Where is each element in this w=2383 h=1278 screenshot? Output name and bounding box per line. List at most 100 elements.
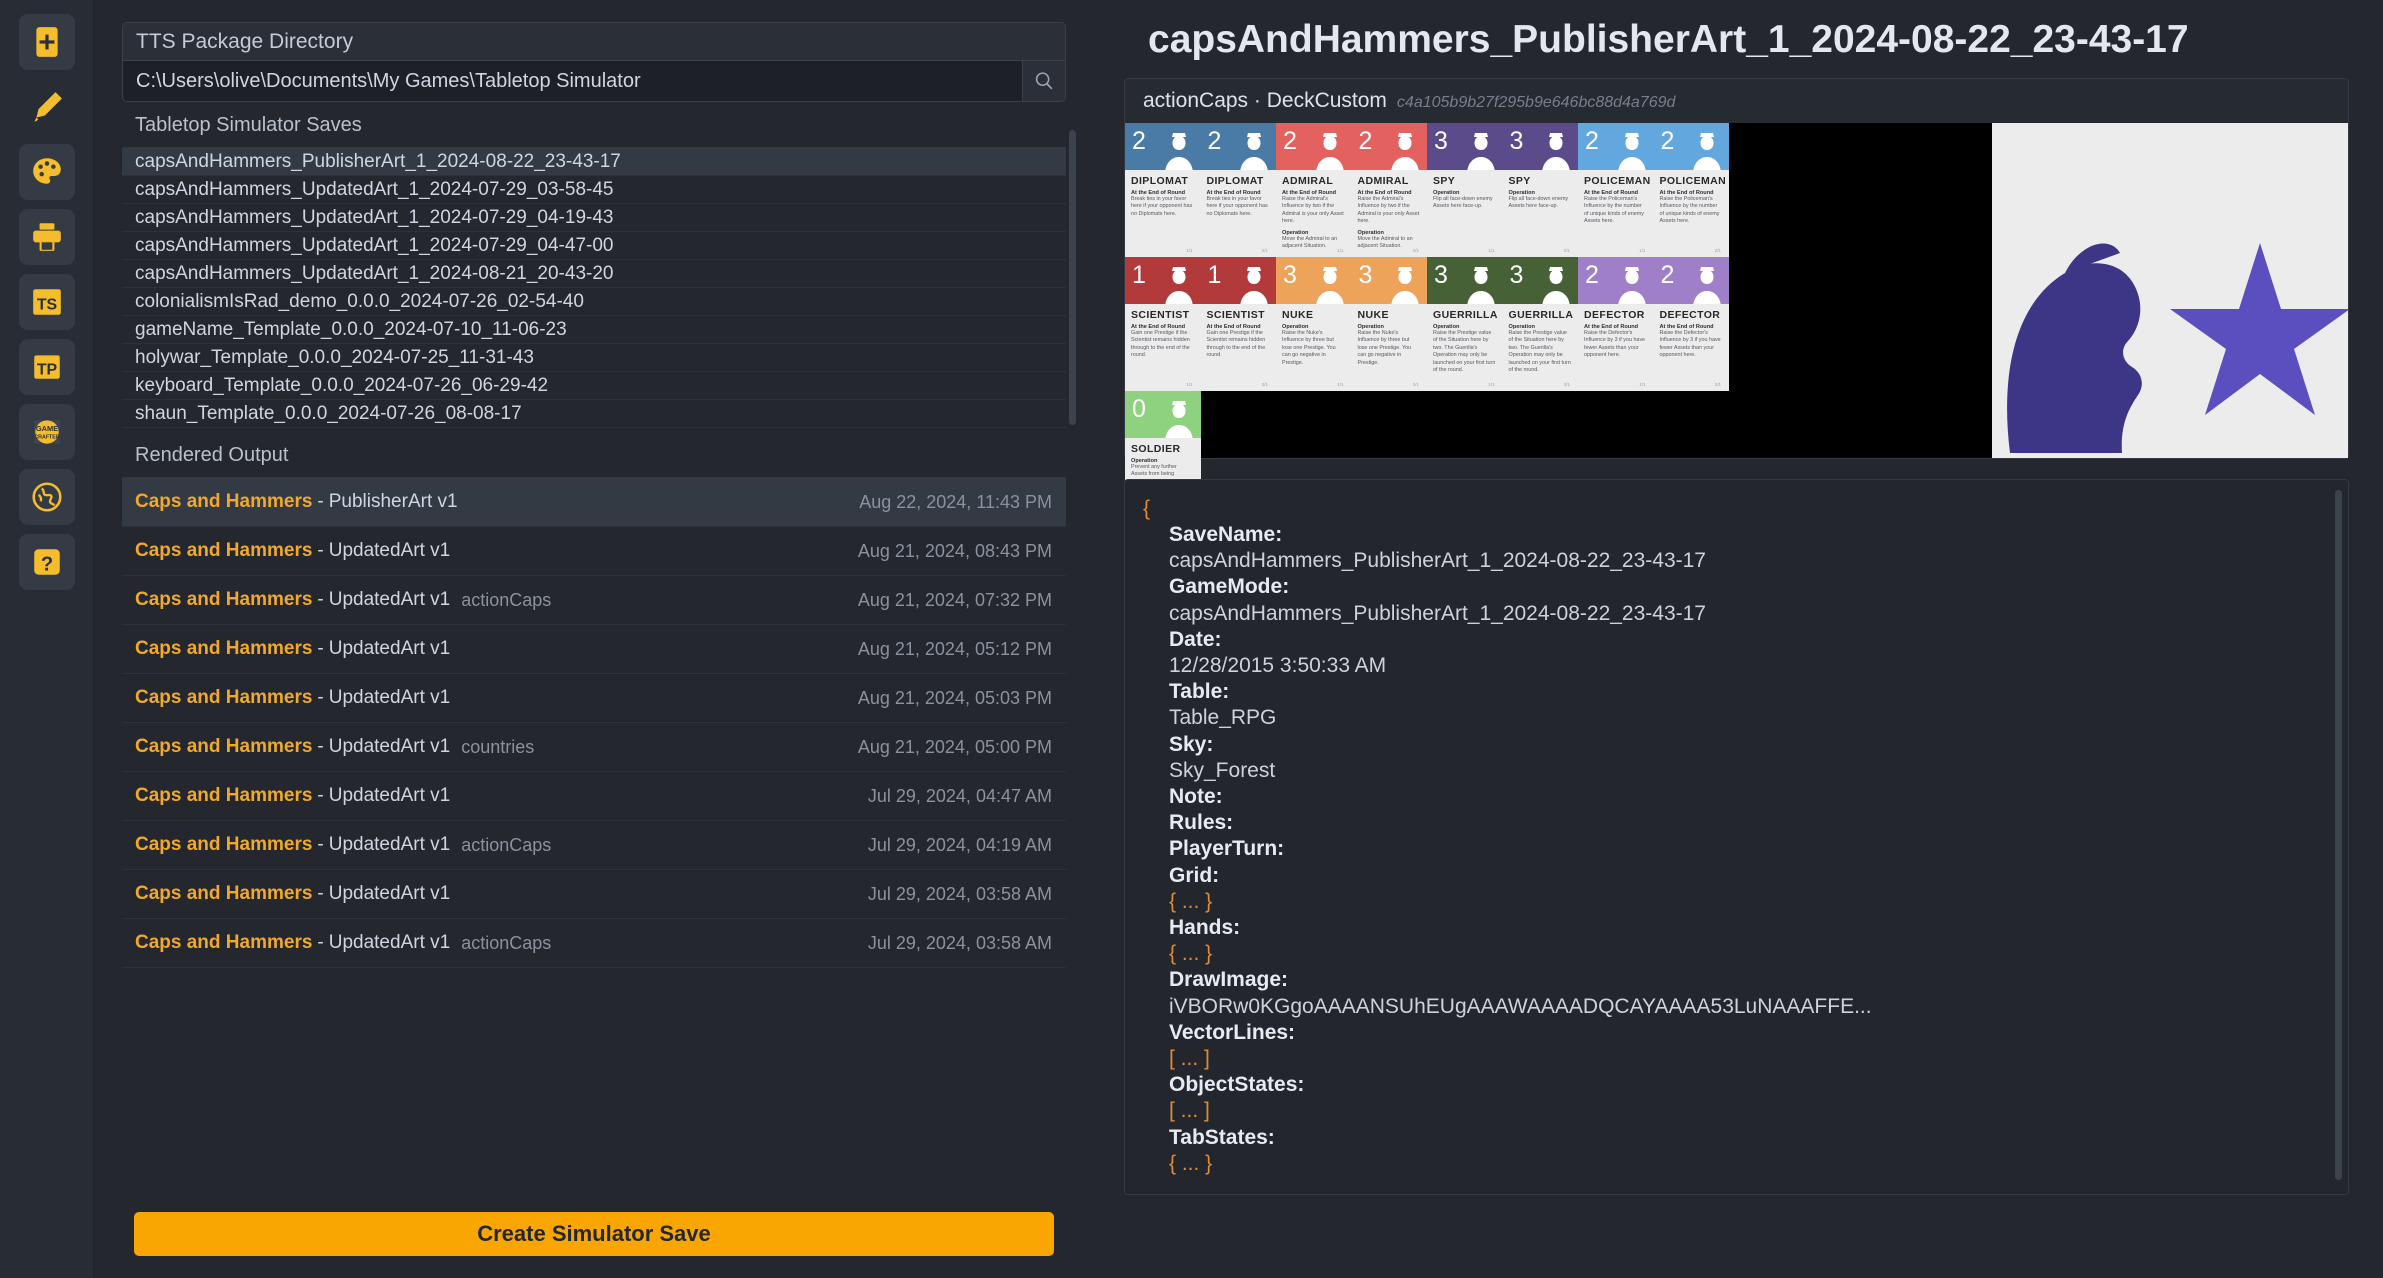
save-list-item[interactable]: capsAndHammers_UpdatedArt_1_2024-07-29_0… xyxy=(122,204,1066,232)
save-list-item[interactable]: shaun_Template_0.0.0_2024-07-26_08-08-17 xyxy=(122,400,1066,428)
card-art-band: 3 xyxy=(1351,257,1427,304)
deck-card: 1 SCIENTIST At the End of Round Gain one Pr… xyxy=(1125,257,1201,391)
page-title: capsAndHammers_PublisherArt_1_2024-08-22… xyxy=(1148,18,2189,61)
card-silhouette-icon xyxy=(1164,267,1193,304)
deck-card: 3 NUKE Operation Raise the Nuke's Influence… xyxy=(1351,257,1427,391)
card-silhouette-icon xyxy=(1315,267,1344,304)
rendered-item-separator: - xyxy=(317,932,324,953)
pencil-button[interactable] xyxy=(19,79,75,135)
rendered-item-date: Aug 21, 2024, 05:03 PM xyxy=(857,687,1052,708)
card-title: GUERRILLA xyxy=(1433,309,1498,321)
card-influence-value: 0 xyxy=(1132,395,1146,423)
card-silhouette-icon xyxy=(1240,133,1268,170)
rendered-item-subtitle: UpdatedArt v1 xyxy=(328,638,451,659)
card-influence-value: 2 xyxy=(1585,261,1599,289)
tp-button[interactable]: TP xyxy=(18,339,75,395)
card-silhouette-icon xyxy=(1617,133,1646,170)
card-ability-text: Raise the Nuke's Influence by three but … xyxy=(1357,330,1412,366)
rendered-output-item[interactable]: Caps and Hammers - UpdatedArt v1 Jul 29, 20… xyxy=(122,870,1066,919)
rendered-header: Rendered Output xyxy=(122,430,1066,478)
json-key: Grid: xyxy=(1169,863,1220,887)
card-influence-value: 3 xyxy=(1434,127,1448,155)
save-list-item[interactable]: holywar_Template_0.0.0_2024-07-25_11-31-… xyxy=(122,344,1066,372)
json-scrollbar[interactable] xyxy=(2335,490,2342,1180)
card-silhouette-icon xyxy=(1466,133,1495,170)
rendered-output-item[interactable]: Caps and Hammers - UpdatedArt v1 countries A… xyxy=(122,723,1066,772)
rendered-output-item[interactable]: Caps and Hammers - UpdatedArt v1 actionCaps… xyxy=(122,576,1066,625)
card-footer-index: 1/1 xyxy=(1186,248,1193,253)
card-title: POLICEMAN xyxy=(1659,175,1727,187)
palette-button[interactable] xyxy=(18,144,75,200)
deck-card: 2 DIPLOMAT At the End of Round Break ties i… xyxy=(1125,123,1201,257)
json-value[interactable]: { ... } xyxy=(1169,889,2348,915)
rendered-output-item[interactable]: Caps and Hammers - UpdatedArt v1 actionCaps… xyxy=(122,821,1066,870)
json-value: 12/28/2015 3:50:33 AM xyxy=(1169,654,1387,678)
rendered-item-subtitle: UpdatedArt v1 xyxy=(328,589,451,610)
game-crafter-button[interactable]: GAME CRAFTER xyxy=(18,404,75,460)
rendered-output-item[interactable]: Caps and Hammers - UpdatedArt v1 Aug 21, 20… xyxy=(122,527,1066,576)
rendered-output-item[interactable]: Caps and Hammers - PublisherArt v1 Aug 22, … xyxy=(122,478,1066,527)
directory-input[interactable] xyxy=(123,61,1022,101)
save-json-viewer[interactable]: { SaveName: capsAndHammers_PublisherArt_1… xyxy=(1124,479,2349,1195)
svg-text:GAME: GAME xyxy=(35,424,57,433)
card-ability-label: Operation xyxy=(1357,324,1384,330)
create-simulator-save-button[interactable]: Create Simulator Save xyxy=(134,1212,1054,1256)
rendered-item-title: Caps and Hammers xyxy=(135,834,313,855)
card-art-band: 0 xyxy=(1125,391,1201,438)
left-panel: TTS Package Directory Tabletop Simulator… xyxy=(94,0,1094,1278)
rendered-item-subtitle: UpdatedArt v1 xyxy=(328,932,451,953)
json-value[interactable]: { ... } xyxy=(1169,941,2348,967)
rendered-item-separator: - xyxy=(317,834,324,855)
deck-sheet-preview[interactable]: 2 DIPLOMAT At the End of Round Break ties i… xyxy=(1125,123,2348,525)
card-ability-label: Operation xyxy=(1508,324,1535,330)
rendered-item-separator: - xyxy=(317,687,324,708)
json-open-brace: { xyxy=(1143,497,1151,520)
directory-search-button[interactable] xyxy=(1022,61,1065,101)
card-footer-index: 2/1 xyxy=(1714,382,1721,387)
rendered-item-title: Caps and Hammers xyxy=(135,785,313,806)
card-silhouette-icon xyxy=(1315,133,1344,170)
save-list-item[interactable]: keyboard_Template_0.0.0_2024-07-26_06-29… xyxy=(122,372,1066,400)
rendered-output-item[interactable]: Caps and Hammers - UpdatedArt v1 Aug 21, 20… xyxy=(122,625,1066,674)
save-list-item[interactable]: capsAndHammers_PublisherArt_1_2024-08-22… xyxy=(122,148,1066,176)
card-footer-index: 1/1 xyxy=(1639,248,1646,253)
json-value[interactable]: [ ... ] xyxy=(1169,1046,2348,1072)
help-button[interactable]: ? xyxy=(18,534,75,590)
add-card-button[interactable] xyxy=(18,14,75,70)
save-list-item[interactable]: gameName_Template_0.0.0_2024-07-10_11-06… xyxy=(122,316,1066,344)
rendered-output-item[interactable]: Caps and Hammers - UpdatedArt v1 Aug 21, 20… xyxy=(122,674,1066,723)
rendered-item-title: Caps and Hammers xyxy=(135,687,313,708)
card-ability-text: Raise the Admiral's Influence by two if … xyxy=(1282,196,1344,225)
card-ability-label: At the End of Round xyxy=(1131,324,1186,330)
json-value: capsAndHammers_PublisherArt_1_2024-08-22… xyxy=(1169,601,1706,625)
json-value[interactable]: { ... } xyxy=(1169,1151,2348,1177)
card-art-band: 3 xyxy=(1427,123,1503,170)
icon-rail: TS TP GAME CRAFTER ? xyxy=(0,0,94,1278)
rendered-output-item[interactable]: Caps and Hammers - UpdatedArt v1 Jul 29, 20… xyxy=(122,772,1066,821)
card-influence-value: 1 xyxy=(1207,261,1222,289)
card-ability-text: Gain one Prestige if the Scientist remai… xyxy=(1206,330,1266,359)
rendered-output-item[interactable]: Caps and Hammers - UpdatedArt v1 actionCaps… xyxy=(122,919,1066,968)
rendered-item-separator: - xyxy=(317,540,324,561)
deck-card: 3 GUERRILLA Operation Raise the Prestige va… xyxy=(1502,257,1578,391)
json-value[interactable]: [ ... ] xyxy=(1169,1098,2348,1124)
directory-label: TTS Package Directory xyxy=(123,23,1065,61)
card-art-band: 1 xyxy=(1200,257,1276,304)
card-influence-value: 2 xyxy=(1660,261,1675,289)
save-list-item[interactable]: capsAndHammers_UpdatedArt_1_2024-08-21_2… xyxy=(122,260,1066,288)
rendered-item-date: Jul 29, 2024, 04:19 AM xyxy=(867,834,1052,855)
card-silhouette-icon xyxy=(1391,133,1419,170)
card-influence-value: 3 xyxy=(1358,261,1373,289)
save-list-item[interactable]: capsAndHammers_UpdatedArt_1_2024-07-29_0… xyxy=(122,176,1066,204)
card-art-band: 3 xyxy=(1427,257,1503,304)
print-button[interactable] xyxy=(18,209,75,265)
save-list-item[interactable]: colonialismIsRad_demo_0.0.0_2024-07-26_0… xyxy=(122,288,1066,316)
globe-button[interactable] xyxy=(18,469,75,525)
card-ability-text: Raise the Defector's Influence by 3 if y… xyxy=(1659,330,1721,359)
rendered-item-title: Caps and Hammers xyxy=(135,638,313,659)
ts-button[interactable]: TS xyxy=(18,274,75,330)
card-ability-label: Operation xyxy=(1131,458,1158,464)
saves-scrollbar[interactable] xyxy=(1069,130,1076,425)
save-list-item[interactable]: capsAndHammers_UpdatedArt_1_2024-07-29_0… xyxy=(122,232,1066,260)
deck-card: 2 DEFECTOR At the End of Round Raise the De… xyxy=(1653,257,1729,391)
